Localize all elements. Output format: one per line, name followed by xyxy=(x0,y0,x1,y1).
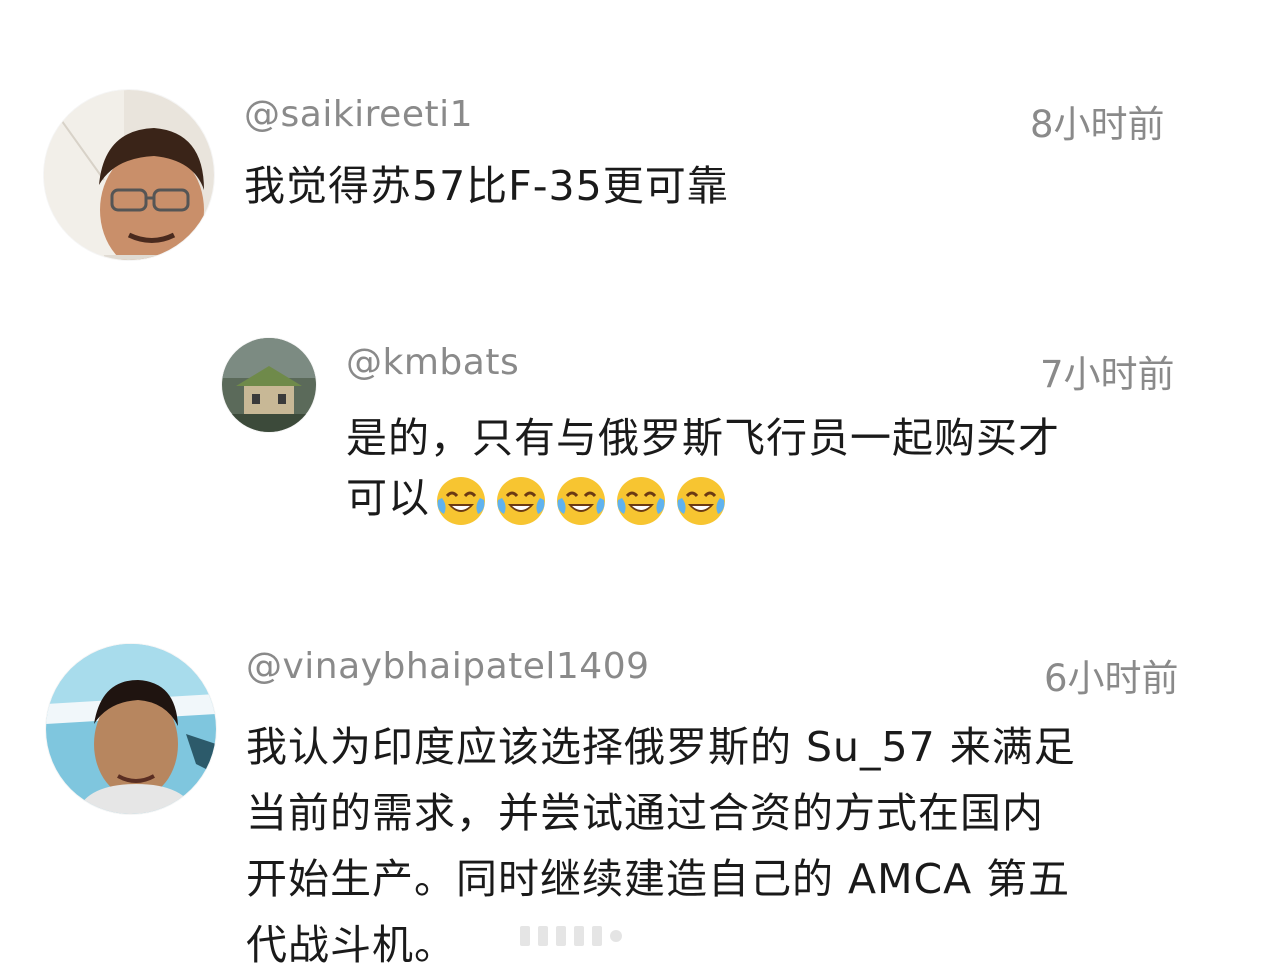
comment-timestamp: 6小时前 xyxy=(1044,657,1179,700)
person-avatar-icon xyxy=(46,644,216,814)
comment-username[interactable]: @vinaybhaipatel1409 xyxy=(246,646,650,687)
watermark-mark xyxy=(592,926,602,946)
watermark-mark xyxy=(520,926,530,946)
comment-list: @saikireeti1 8小时前 我觉得苏57比F-35更可靠 @kmbats… xyxy=(0,0,1280,968)
comment-text-line: 当前的需求，并尝试通过合资的方式在国内 xyxy=(246,789,1044,837)
comment-text-line: 我认为印度应该选择俄罗斯的 Su_57 来满足 xyxy=(246,723,1076,771)
user-avatar[interactable] xyxy=(46,644,216,814)
watermark-mark xyxy=(538,926,548,946)
comment-text-line: 开始生产。同时继续建造自己的 AMCA 第五 xyxy=(246,855,1071,903)
watermark xyxy=(520,924,760,948)
watermark-mark xyxy=(574,926,584,946)
comment-item: @vinaybhaipatel1409 6小时前 我认为印度应该选择俄罗斯的 S… xyxy=(0,0,1280,968)
watermark-mark xyxy=(556,926,566,946)
watermark-mark xyxy=(610,930,622,942)
